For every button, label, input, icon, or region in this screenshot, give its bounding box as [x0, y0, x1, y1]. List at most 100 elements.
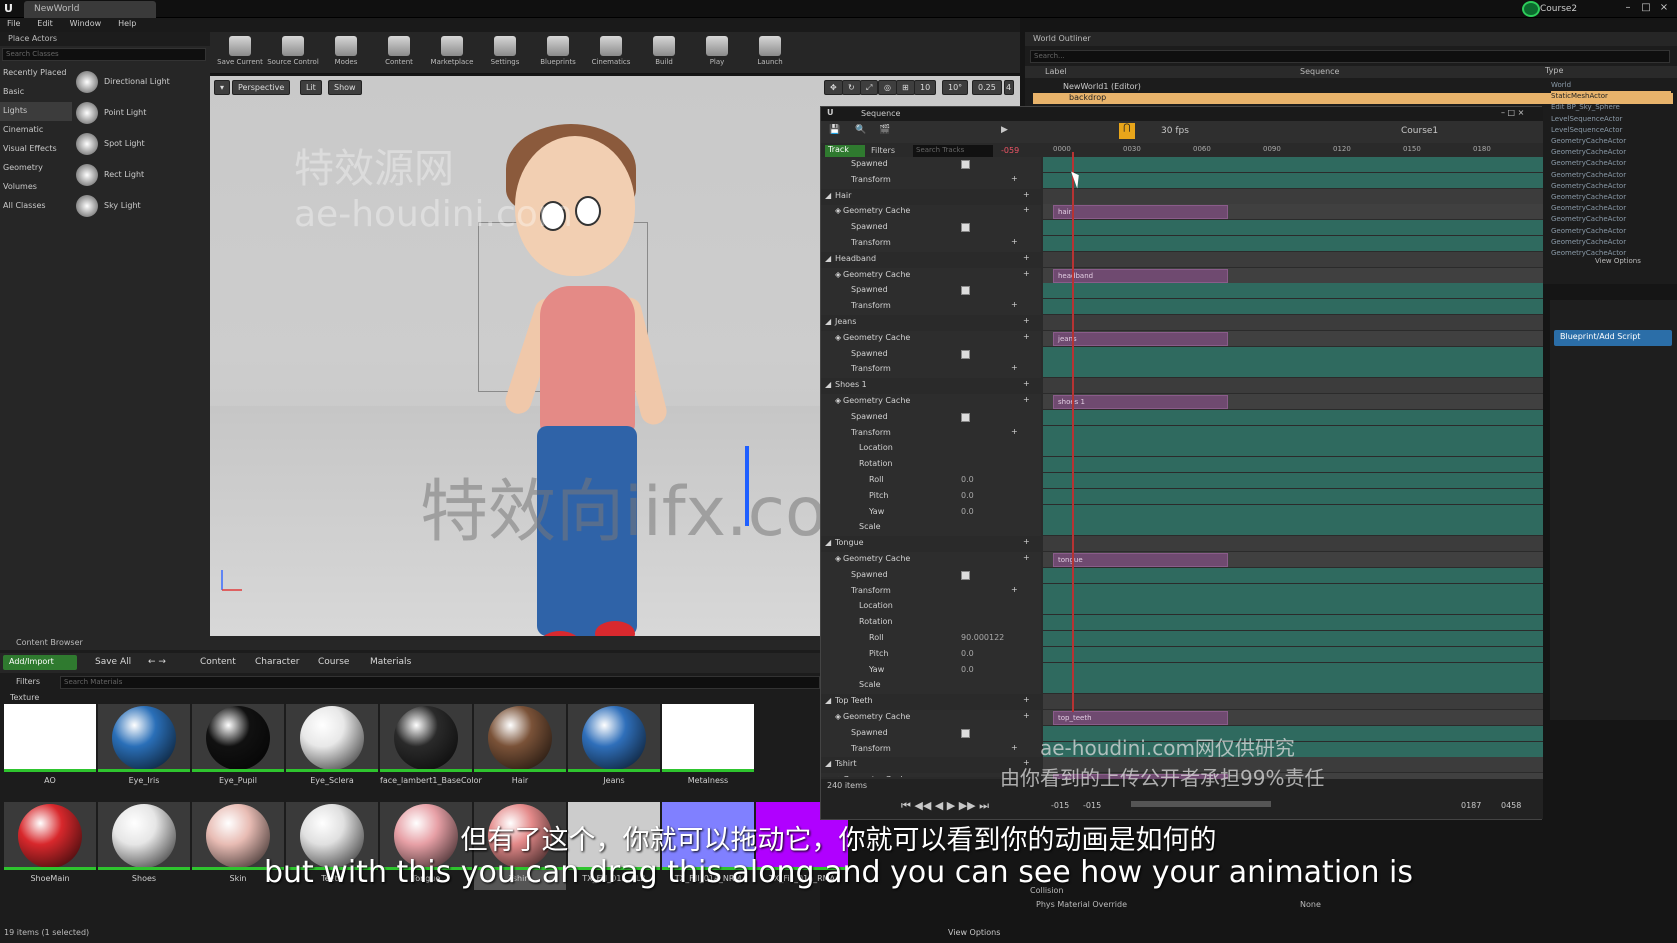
search-icon[interactable]: 🔍	[855, 125, 866, 135]
add-key-icon[interactable]: +	[1011, 300, 1018, 309]
add-key-icon[interactable]: +	[1011, 363, 1018, 372]
expand-arrow-icon[interactable]: ◢	[825, 759, 831, 768]
asset-tile[interactable]: Eye_Sclera	[286, 704, 378, 792]
track-row[interactable]: Spawned	[821, 410, 1041, 426]
spawned-checkbox[interactable]	[961, 286, 970, 296]
track-search-input[interactable]: Search Tracks	[913, 145, 993, 157]
track-value[interactable]: 90.000122	[961, 633, 1004, 642]
toolbar-build-button[interactable]: Build	[638, 34, 690, 72]
content-view-options[interactable]: View Options	[948, 928, 1018, 937]
geometry-cache-section[interactable]: shoes 1	[1053, 395, 1228, 409]
materials-search-input[interactable]: Search Materials	[60, 676, 820, 689]
spawned-checkbox[interactable]	[961, 412, 970, 422]
category-lights[interactable]: Lights	[0, 102, 72, 121]
rotate-icon[interactable]: ↻	[842, 80, 861, 95]
surface-snap-icon[interactable]: ⊞	[896, 80, 915, 95]
menu-help[interactable]: Help	[111, 18, 143, 29]
category-recently-placed[interactable]: Recently Placed	[0, 64, 72, 83]
add-key-icon[interactable]: +	[1011, 174, 1018, 183]
geometry-cache-section[interactable]: jeans	[1053, 331, 1228, 346]
actor-item[interactable]: Directional Light	[76, 66, 208, 97]
actor-item[interactable]: Rect Light	[76, 159, 208, 190]
track-row[interactable]: Roll 0.0	[821, 473, 1041, 489]
expand-arrow-icon[interactable]: ◢	[825, 191, 831, 200]
track-row[interactable]: Location	[821, 441, 1041, 457]
track-row[interactable]: Transform +	[821, 742, 1041, 758]
actor-item[interactable]: Sky Light	[76, 190, 208, 221]
track-value[interactable]: 0.0	[961, 475, 974, 484]
column-sequence[interactable]: Sequence	[1300, 67, 1339, 76]
add-track-icon[interactable]: +	[1023, 190, 1030, 199]
track-row[interactable]: Scale	[821, 678, 1041, 694]
expand-arrow-icon[interactable]: ◢	[825, 696, 831, 705]
scale-snap-value[interactable]: 0.25	[972, 80, 1002, 95]
menu-file[interactable]: File	[0, 18, 27, 29]
add-key-icon[interactable]: +	[1011, 237, 1018, 246]
asset-tile[interactable]: AO	[4, 704, 96, 792]
expand-arrow-icon[interactable]: ◢	[825, 538, 831, 547]
category-all-classes[interactable]: All Classes	[0, 197, 72, 216]
phys-material-dropdown[interactable]: None	[1300, 900, 1321, 909]
track-row[interactable]: Transform +	[821, 299, 1041, 315]
spawned-checkbox[interactable]	[961, 570, 970, 580]
asset-tile[interactable]: face_lambert1_BaseColor	[380, 704, 482, 792]
toolbar-save-current-button[interactable]: Save Current	[214, 34, 266, 72]
asset-tile[interactable]: Eye_Pupil	[192, 704, 284, 792]
geometry-cache-section[interactable]: tongue	[1053, 553, 1228, 567]
add-track-icon[interactable]: +	[1023, 379, 1030, 388]
toolbar-play-button[interactable]: Play	[691, 34, 743, 72]
geometry-cache-section[interactable]: headband	[1053, 268, 1228, 283]
track-row[interactable]: Location	[821, 599, 1041, 615]
add-track-icon[interactable]: +	[1023, 395, 1030, 404]
track-row[interactable]: ◢ Tongue +	[821, 536, 1041, 553]
add-track-icon[interactable]: +	[1023, 269, 1030, 278]
track-row[interactable]: ◈Geometry Cache +	[821, 394, 1041, 410]
track-row[interactable]: ◢ Jeans +	[821, 315, 1041, 331]
category-basic[interactable]: Basic	[0, 83, 72, 102]
add-track-icon[interactable]: +	[1023, 553, 1030, 562]
viewport-options-button[interactable]: ▾	[214, 80, 231, 95]
rotation-snap-value[interactable]: 10°	[942, 80, 969, 95]
toolbar-marketplace-button[interactable]: Marketplace	[426, 34, 478, 72]
range-start[interactable]: -015	[1051, 801, 1069, 810]
toolbar-source-control-button[interactable]: Source Control	[267, 34, 319, 72]
sequence-name[interactable]: Course1	[1401, 126, 1438, 136]
menu-edit[interactable]: Edit	[30, 18, 60, 29]
filters-button[interactable]: Filters	[16, 677, 40, 686]
current-frame[interactable]: -059	[1001, 146, 1019, 155]
track-row[interactable]: ◈Geometry Cache +	[821, 710, 1041, 726]
track-value[interactable]: 0.0	[961, 649, 974, 658]
show-button[interactable]: Show	[328, 80, 362, 95]
geometry-cache-section[interactable]: top_teeth	[1053, 711, 1228, 725]
track-row[interactable]: ◢ Shoes 1 +	[821, 378, 1041, 395]
add-key-icon[interactable]: +	[1011, 427, 1018, 436]
spawned-checkbox[interactable]	[961, 349, 970, 359]
track-row[interactable]: ◈Geometry Cache +	[821, 552, 1041, 568]
view-end[interactable]: 0187	[1461, 801, 1481, 810]
add-track-icon[interactable]: +	[1023, 332, 1030, 341]
snap-magnet-icon[interactable]: ⋂	[1119, 123, 1135, 139]
outliner-search-input[interactable]: Search...	[1030, 50, 1670, 63]
add-track-icon[interactable]: +	[1023, 205, 1030, 214]
expand-arrow-icon[interactable]: ◢	[825, 317, 831, 326]
toolbar-content-button[interactable]: Content	[373, 34, 425, 72]
toolbar-launch-button[interactable]: Launch	[744, 34, 796, 72]
view-start[interactable]: -015	[1083, 801, 1101, 810]
character-tshirt[interactable]	[540, 286, 635, 436]
grid-snap-value[interactable]: 10	[914, 80, 937, 95]
save-icon[interactable]: 💾	[829, 125, 840, 135]
sequencer-window-controls[interactable]: – □ ×	[1501, 108, 1524, 117]
add-track-icon[interactable]: +	[1023, 695, 1030, 704]
geometry-cache-section[interactable]: hair	[1053, 205, 1228, 220]
track-row[interactable]: Transform +	[821, 362, 1041, 378]
range-end[interactable]: 0458	[1501, 801, 1521, 810]
category-cinematic[interactable]: Cinematic	[0, 121, 72, 140]
track-row[interactable]: ◈Geometry Cache +	[821, 268, 1041, 284]
asset-tile[interactable]: Eye_Iris	[98, 704, 190, 792]
breadcrumb-materials[interactable]: Materials	[370, 657, 411, 667]
track-filters-button[interactable]: Filters	[871, 146, 895, 155]
epic-launcher-icon[interactable]	[1522, 1, 1540, 17]
save-all-button[interactable]: Save All	[95, 657, 131, 667]
track-row[interactable]: ◢ Top Teeth +	[821, 694, 1041, 711]
track-value[interactable]: 0.0	[961, 665, 974, 674]
